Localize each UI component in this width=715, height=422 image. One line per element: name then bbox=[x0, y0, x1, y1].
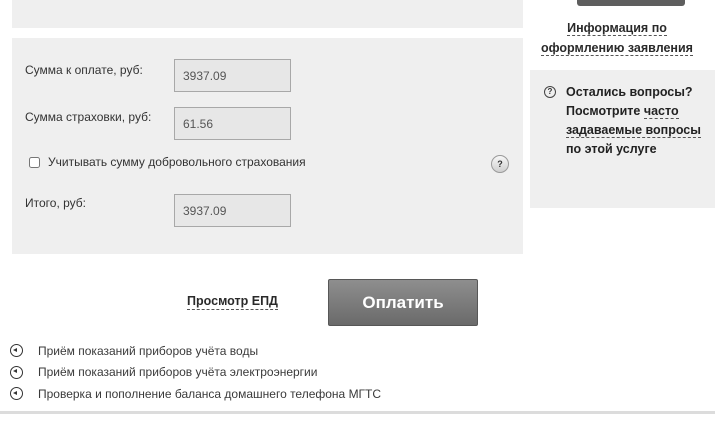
list-item[interactable]: Приём показаний приборов учёта электроэн… bbox=[10, 362, 381, 384]
page-divider bbox=[0, 411, 715, 414]
voluntary-insurance-label: Учитывать сумму добровольного страховани… bbox=[48, 155, 306, 169]
question-icon: ? bbox=[544, 86, 556, 98]
insurance-label: Сумма страховки, руб: bbox=[25, 110, 152, 124]
amount-input[interactable] bbox=[174, 59, 291, 92]
list-item[interactable]: Приём показаний приборов учёта воды bbox=[10, 340, 381, 362]
amount-label: Сумма к оплате, руб: bbox=[25, 63, 143, 77]
top-button[interactable] bbox=[577, 0, 685, 6]
payment-panel: Сумма к оплате, руб: Сумма страховки, ру… bbox=[12, 38, 523, 254]
arrow-left-circle-icon bbox=[10, 365, 23, 379]
voluntary-insurance-row[interactable]: Учитывать сумму добровольного страховани… bbox=[29, 155, 306, 169]
arrow-left-circle-icon bbox=[10, 387, 23, 401]
view-epd-link-label[interactable]: Просмотр ЕПД bbox=[187, 294, 278, 310]
faq-panel: ? Остались вопросы? Посмотрите часто зад… bbox=[530, 70, 715, 208]
application-info-link-line2[interactable]: оформлению заявления bbox=[541, 41, 693, 56]
total-input[interactable] bbox=[174, 194, 291, 227]
service-link-electricity[interactable]: Приём показаний приборов учёта электроэн… bbox=[38, 365, 317, 379]
arrow-left-circle-icon bbox=[10, 344, 23, 358]
related-services-list: Приём показаний приборов учёта воды Приё… bbox=[10, 340, 381, 405]
faq-text-part2: по этой услуге bbox=[566, 142, 657, 156]
insurance-input[interactable] bbox=[174, 107, 291, 140]
list-item[interactable]: Проверка и пополнение баланса домашнего … bbox=[10, 383, 381, 405]
previous-form-panel bbox=[12, 0, 523, 28]
application-info-link-line1[interactable]: Информация по bbox=[567, 21, 667, 36]
service-link-phone[interactable]: Проверка и пополнение баланса домашнего … bbox=[38, 387, 381, 401]
application-info-link[interactable]: Информация по оформлению заявления bbox=[534, 18, 700, 58]
help-icon[interactable]: ? bbox=[491, 155, 509, 173]
view-epd-link[interactable]: Просмотр ЕПД bbox=[180, 294, 285, 310]
voluntary-insurance-checkbox[interactable] bbox=[29, 156, 40, 168]
faq-text: Остались вопросы? Посмотрите часто задав… bbox=[566, 83, 704, 159]
pay-button[interactable]: Оплатить bbox=[328, 279, 478, 326]
service-link-water[interactable]: Приём показаний приборов учёта воды bbox=[38, 344, 258, 358]
total-label: Итого, руб: bbox=[25, 196, 86, 210]
